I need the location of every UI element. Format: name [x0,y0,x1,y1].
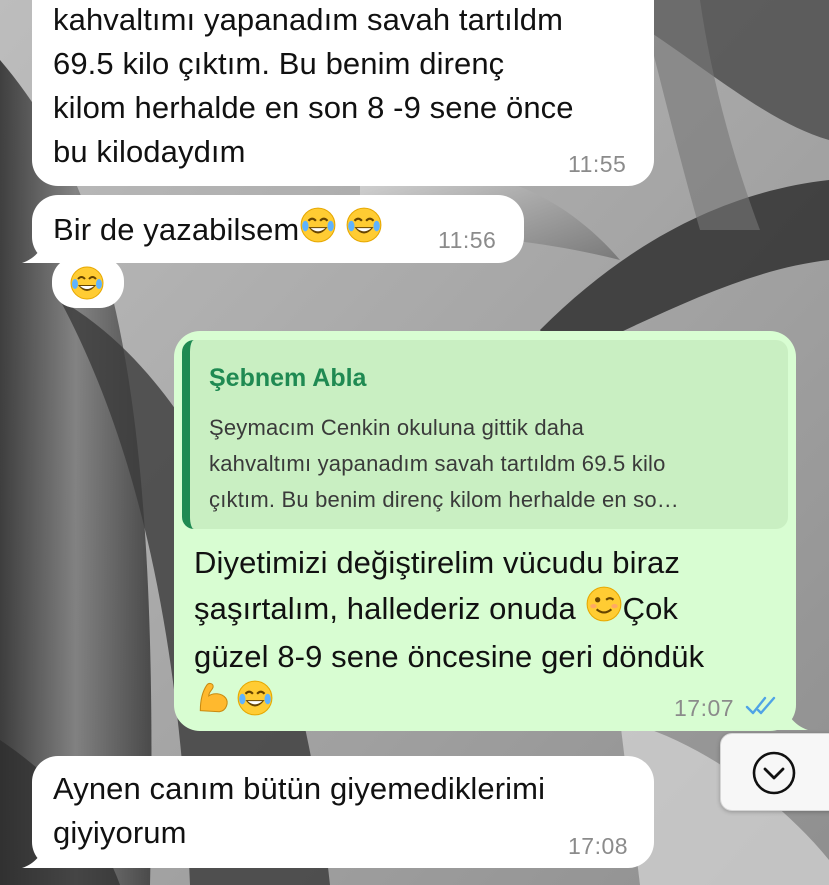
message-bubble-incoming[interactable]: kahvaltımı yapanadım savah tartıldm 69.5… [32,0,654,186]
message-bubble-emoji-only[interactable] [52,257,124,308]
message-timestamp: 11:55 [568,151,627,177]
message-text-line: kilom herhalde en son 8 -9 sene önce [53,90,574,125]
bubble-tail-incoming [22,843,60,868]
message-text-line: kahvaltımı yapanadım savah tartıldm [53,2,564,37]
message-text-line: şaşırtalım, hallederiz onuda Çok [194,585,784,635]
bubble-tail-outgoing [770,705,808,730]
message-timestamp: 17:08 [568,833,629,859]
quoted-text-line: kahvaltımı yapanadım savah tartıldm 69.5… [209,451,666,476]
message-text-segment: Çok [622,591,679,626]
message-text-line: Aynen canım bütün giyemediklerimi [53,771,546,806]
message-text-line: güzel 8-9 sene öncesine geri döndük [194,639,705,674]
message-text-line: 69.5 kilo çıktım. Bu benim direnç [53,46,505,81]
message-text: Bir de yazabilsem [53,212,300,247]
message-timestamp: 11:56 [438,227,497,253]
message-bubble-incoming[interactable]: Bir de yazabilsem 11:56 [32,195,524,263]
quoted-text-line: Şeymacım Cenkin okuluna gittik daha [209,415,585,440]
message-text-line: Diyetimizi değiştirelim vücudu biraz [194,545,680,580]
message-bubble-incoming[interactable]: Aynen canım bütün giyemediklerimi giyiyo… [32,756,654,868]
quoted-text-line: çıktım. Bu benim direnç kilom herhalde e… [209,487,679,512]
bubble-tail-incoming [22,238,60,263]
message-text-segment: şaşırtalım, hallederiz onuda [194,591,585,626]
message-bubble-outgoing[interactable]: Şebnem Abla Şeymacım Cenkin okuluna gitt… [174,331,796,731]
winking-face-icon [585,585,623,635]
message-timestamp: 17:07 [674,695,735,721]
face-with-tears-of-joy-icon [69,265,105,306]
flexed-biceps-icon [194,679,232,729]
quoted-message[interactable]: Şebnem Abla Şeymacım Cenkin okuluna gitt… [182,340,788,529]
quoted-author: Şebnem Abla [209,364,367,392]
face-with-tears-of-joy-icon [345,206,383,256]
face-with-tears-of-joy-icon [299,206,337,256]
message-text-line: giyiyorum [53,815,187,850]
message-text-line: bu kilodaydım [53,134,246,169]
scroll-to-bottom-button[interactable] [720,733,829,811]
chevron-down-circle-icon [751,750,797,801]
face-with-tears-of-joy-icon [236,679,274,729]
